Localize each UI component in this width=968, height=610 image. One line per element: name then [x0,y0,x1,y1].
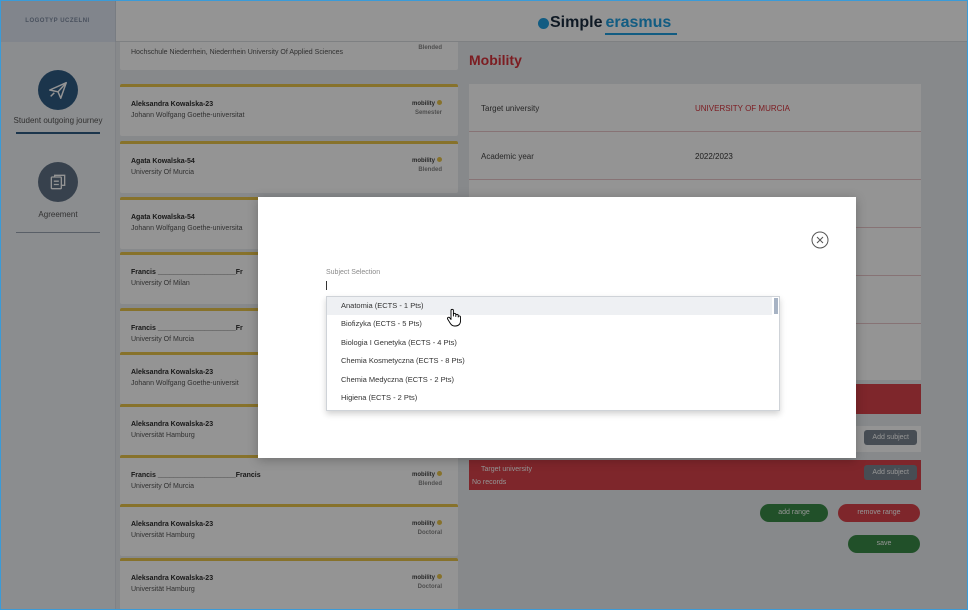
text-cursor [326,281,327,290]
subject-selection-label: Subject Selection [326,269,381,276]
dropdown-option[interactable]: Chemia Medyczna (ECTS - 2 Pts) [327,371,772,389]
subject-search-input[interactable] [326,279,780,293]
dropdown-option[interactable]: Higiena (ECTS - 2 Pts) [327,389,772,407]
dropdown-option[interactable]: Biofizyka (ECTS - 5 Pts) [327,315,772,333]
subject-selection-modal: Subject Selection Anatomia (ECTS - 1 Pts… [258,197,856,458]
dropdown-option[interactable]: Biologia I Genetyka (ECTS - 4 Pts) [327,334,772,352]
dropdown-option[interactable]: Chemia Kosmetyczna (ECTS - 8 Pts) [327,352,772,370]
hand-cursor-icon [446,308,462,328]
close-icon[interactable] [811,231,829,249]
dropdown-scrollbar[interactable] [774,298,778,314]
dropdown-option[interactable]: Anatomia (ECTS - 1 Pts) [327,297,772,315]
subject-dropdown-list[interactable]: Anatomia (ECTS - 1 Pts) Biofizyka (ECTS … [326,296,780,411]
